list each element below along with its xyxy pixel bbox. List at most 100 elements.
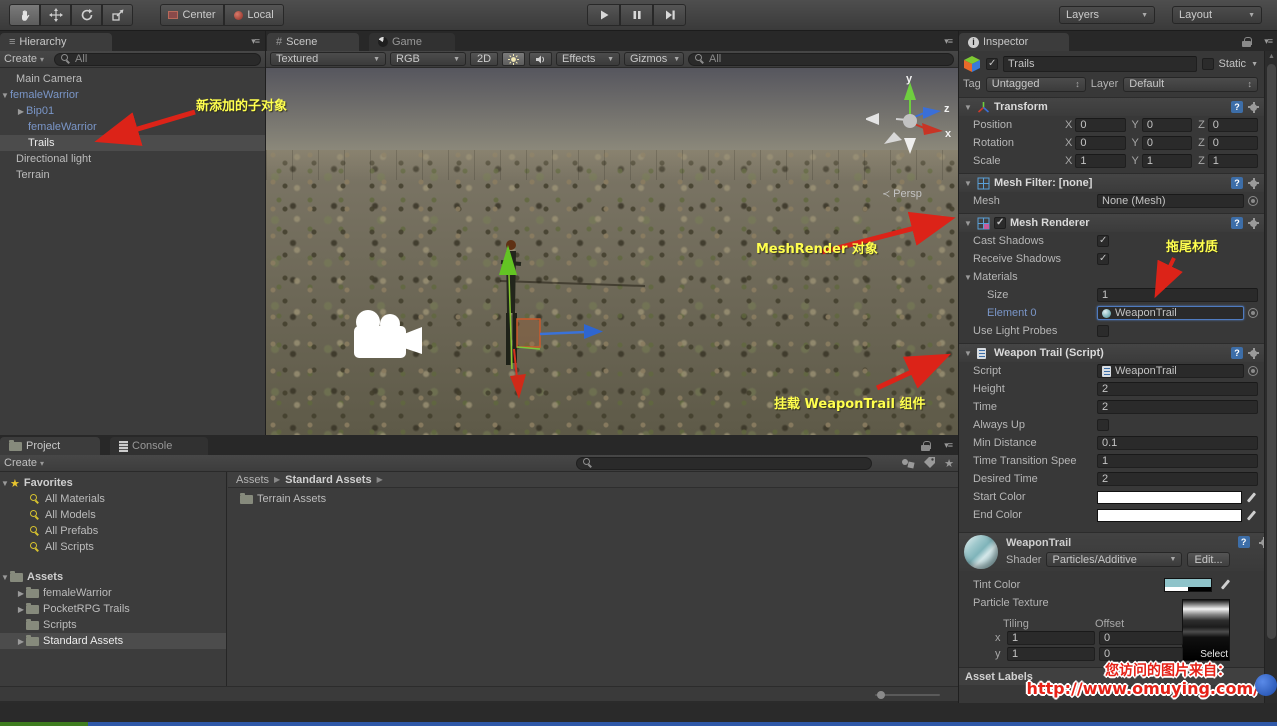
- desired-time-field[interactable]: 2: [1097, 472, 1258, 486]
- gizmo-center[interactable]: [903, 114, 917, 128]
- help-icon[interactable]: [1231, 177, 1243, 189]
- move-tool-button[interactable]: [40, 4, 71, 26]
- chevron-down-icon[interactable]: ▼: [0, 91, 10, 100]
- static-checkbox[interactable]: [1201, 58, 1214, 70]
- static-dropdown-icon[interactable]: ▼: [1251, 61, 1258, 68]
- chevron-right-icon[interactable]: ▶: [16, 107, 26, 116]
- scroll-up-icon[interactable]: ▲: [1268, 53, 1275, 60]
- asset-item-terrain-assets[interactable]: Terrain Assets: [228, 491, 958, 507]
- component-enabled-checkbox[interactable]: [994, 217, 1006, 229]
- persp-label[interactable]: ≺ Persp: [882, 188, 922, 200]
- 2d-toggle-button[interactable]: 2D: [470, 52, 498, 66]
- gear-icon[interactable]: [1248, 347, 1259, 359]
- favorite-all-prefabs[interactable]: All Prefabs: [0, 523, 226, 539]
- favorites-root[interactable]: ▼ ★ Favorites: [0, 475, 226, 491]
- help-icon[interactable]: [1237, 536, 1250, 548]
- offset-y-field[interactable]: 0: [1099, 646, 1183, 661]
- favorite-all-materials[interactable]: All Materials: [0, 491, 226, 507]
- filter-by-label-icon[interactable]: [923, 457, 936, 469]
- favorite-all-models[interactable]: All Models: [0, 507, 226, 523]
- light-probes-checkbox[interactable]: [1097, 325, 1109, 337]
- help-icon[interactable]: [1231, 101, 1243, 113]
- favorites-filter-icon[interactable]: ★: [944, 457, 954, 470]
- hierarchy-item-trails[interactable]: Trails: [0, 135, 265, 151]
- effects-dropdown[interactable]: Effects: [556, 52, 620, 66]
- gear-icon[interactable]: [1248, 101, 1259, 113]
- project-search-input[interactable]: [576, 456, 872, 470]
- inspector-scrollbar[interactable]: ▲: [1264, 51, 1277, 703]
- mesh-renderer-header[interactable]: ▼ Mesh Renderer: [959, 213, 1264, 232]
- lock-icon[interactable]: [921, 441, 931, 451]
- pause-button[interactable]: [620, 4, 653, 26]
- object-picker-icon[interactable]: [1248, 308, 1258, 318]
- min-distance-field[interactable]: 0.1: [1097, 436, 1258, 450]
- icon-size-slider[interactable]: [875, 691, 940, 699]
- gear-icon[interactable]: [1248, 217, 1259, 229]
- gizmo-cone[interactable]: [866, 113, 879, 125]
- audio-toggle-button[interactable]: [529, 52, 552, 66]
- folder-femalewarrior[interactable]: ▶ femaleWarrior: [0, 585, 226, 601]
- receive-shadows-checkbox[interactable]: [1097, 253, 1109, 265]
- foldout-icon[interactable]: ▼: [963, 349, 973, 358]
- tab-console[interactable]: Console: [110, 437, 208, 455]
- time-field[interactable]: 2: [1097, 400, 1258, 414]
- gameobject-name-field[interactable]: Trails: [1003, 56, 1197, 72]
- rotation-x-field[interactable]: 0: [1075, 136, 1126, 150]
- tint-color-swatch[interactable]: [1164, 578, 1212, 592]
- folder-standard-assets[interactable]: ▶ Standard Assets: [0, 633, 226, 649]
- hierarchy-item-femalewarrior-child[interactable]: femaleWarrior: [0, 119, 265, 135]
- chevron-right-icon[interactable]: ▶: [16, 637, 26, 646]
- materials-size-field[interactable]: 1: [1097, 288, 1258, 302]
- tab-hierarchy[interactable]: ≡ Hierarchy: [0, 33, 112, 51]
- texture-select-button[interactable]: Select: [1200, 649, 1228, 660]
- start-color-swatch[interactable]: [1097, 490, 1242, 504]
- gizmo-z-cone[interactable]: [923, 107, 941, 119]
- project-panel-menu-icon[interactable]: [944, 440, 952, 451]
- tiling-x-field[interactable]: 1: [1007, 630, 1095, 645]
- hierarchy-panel-menu-icon[interactable]: [251, 36, 259, 47]
- element0-material-field[interactable]: WeaponTrail: [1097, 306, 1244, 320]
- tab-project[interactable]: Project: [0, 437, 100, 455]
- assets-root[interactable]: ▼ Assets: [0, 569, 226, 585]
- foldout-icon[interactable]: ▼: [963, 219, 973, 228]
- favorite-all-scripts[interactable]: All Scripts: [0, 539, 226, 555]
- gizmo-x-cone[interactable]: [922, 123, 943, 135]
- height-field[interactable]: 2: [1097, 382, 1258, 396]
- folder-scripts[interactable]: Scripts: [0, 617, 226, 633]
- cast-shadows-checkbox[interactable]: [1097, 235, 1109, 247]
- scene-panel-menu-icon[interactable]: [944, 36, 952, 47]
- eyedropper-icon[interactable]: [1246, 509, 1258, 522]
- slider-knob[interactable]: [877, 691, 885, 699]
- layer-dropdown[interactable]: Default: [1123, 76, 1258, 92]
- tab-inspector[interactable]: i Inspector: [959, 33, 1069, 51]
- mesh-filter-header[interactable]: ▼ Mesh Filter: [none]: [959, 173, 1264, 192]
- inspector-panel-menu-icon[interactable]: [1264, 36, 1272, 47]
- chevron-right-icon[interactable]: ▶: [16, 589, 26, 598]
- scale-x-field[interactable]: 1: [1075, 154, 1126, 168]
- always-up-checkbox[interactable]: [1097, 419, 1109, 431]
- draw-mode-dropdown[interactable]: Textured: [270, 52, 386, 66]
- project-create-button[interactable]: Create: [4, 457, 44, 469]
- breadcrumb-root[interactable]: Assets: [236, 474, 269, 486]
- weapon-trail-header[interactable]: ▼ Weapon Trail (Script): [959, 343, 1264, 362]
- shader-dropdown[interactable]: Particles/Additive: [1046, 552, 1183, 567]
- hierarchy-item-main-camera[interactable]: Main Camera: [0, 71, 265, 87]
- chevron-down-icon[interactable]: ▼: [0, 573, 10, 582]
- object-picker-icon[interactable]: [1248, 196, 1258, 206]
- scene-orientation-gizmo[interactable]: y z x: [866, 74, 954, 158]
- tag-dropdown[interactable]: Untagged: [985, 76, 1086, 92]
- layout-dropdown[interactable]: Layout: [1172, 6, 1262, 24]
- lighting-toggle-button[interactable]: [502, 52, 525, 66]
- chevron-right-icon[interactable]: ▶: [16, 605, 26, 614]
- space-local-button[interactable]: Local: [224, 4, 284, 26]
- active-checkbox[interactable]: [986, 58, 998, 70]
- gizmo-cone[interactable]: [904, 138, 916, 154]
- lock-icon[interactable]: [1242, 37, 1252, 47]
- selected-character-gizmo[interactable]: [470, 231, 650, 421]
- folder-pocketrpg-trails[interactable]: ▶ PocketRPG Trails: [0, 601, 226, 617]
- offset-x-field[interactable]: 0: [1099, 630, 1183, 645]
- help-icon[interactable]: [1231, 217, 1243, 229]
- rotation-y-field[interactable]: 0: [1141, 136, 1193, 150]
- hand-tool-button[interactable]: [9, 4, 40, 26]
- hierarchy-create-button[interactable]: Create: [4, 53, 44, 65]
